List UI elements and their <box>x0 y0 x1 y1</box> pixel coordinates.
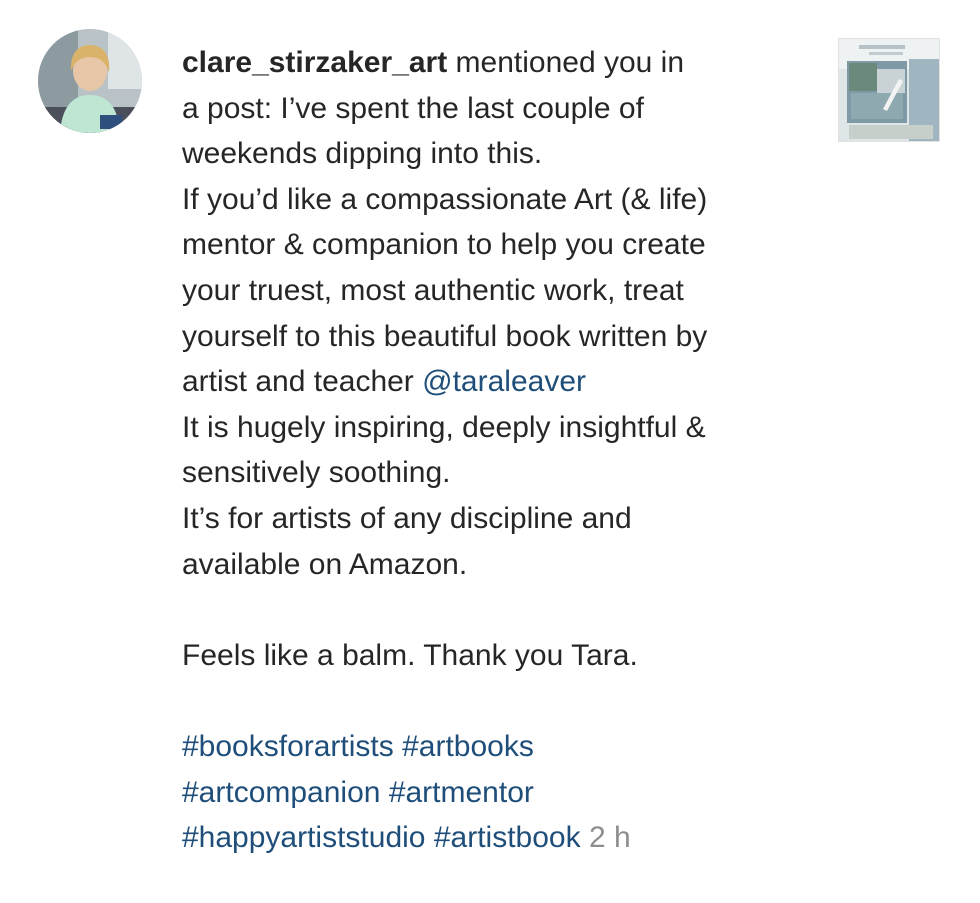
text-line: Feels like a balm. Thank you Tara. <box>182 638 638 672</box>
hashtag-link[interactable]: #artistbook <box>434 821 581 854</box>
notification-text: clare_stirzaker_art mentioned you in a p… <box>182 40 822 861</box>
text-line: clare_stirzaker_art mentioned you in <box>182 40 822 86</box>
hashtag-link[interactable]: #artcompanion <box>182 776 380 809</box>
hashtag-link[interactable]: #happyartiststudio <box>182 821 426 854</box>
text-line: weekends dipping into this. <box>182 137 543 171</box>
text-segment: mentioned you in <box>447 46 685 79</box>
text-line: It is hugely inspiring, deeply insightfu… <box>182 410 706 444</box>
hashtag-link[interactable]: #artbooks <box>402 730 534 763</box>
text-line: your truest, most authentic work, treat <box>182 273 684 307</box>
hashtag-link[interactable]: #booksforartists <box>182 730 394 763</box>
text-line: If you’d like a compassionate Art (& lif… <box>182 182 708 216</box>
timestamp: 2 h <box>588 821 631 855</box>
hashtag-line: #happyartiststudio #artistbook 2 h <box>182 815 822 861</box>
hashtag-line: #artcompanion #artmentor <box>182 770 822 816</box>
hashtag-link[interactable]: #artmentor <box>389 776 534 809</box>
text-line: yourself to this beautiful book written … <box>182 319 708 353</box>
text-line: a post: I’ve spent the last couple of <box>182 91 644 125</box>
mention-notification[interactable]: clare_stirzaker_art mentioned you in a p… <box>0 0 980 903</box>
text-line: sensitively soothing. <box>182 456 451 490</box>
text-line: mentor & companion to help you create <box>182 228 706 262</box>
avatar[interactable] <box>38 29 142 133</box>
text-segment: artist and teacher <box>182 365 423 399</box>
hashtag-line: #booksforartists #artbooks <box>182 724 822 770</box>
text-line: It’s for artists of any discipline and <box>182 501 632 535</box>
post-thumbnail[interactable] <box>838 38 940 142</box>
text-line: available on Amazon. <box>182 547 468 581</box>
username-link[interactable]: clare_stirzaker_art <box>182 46 447 79</box>
mention-link[interactable]: @taraleaver <box>422 365 586 398</box>
text-line: artist and teacher @taraleaver <box>182 359 822 405</box>
